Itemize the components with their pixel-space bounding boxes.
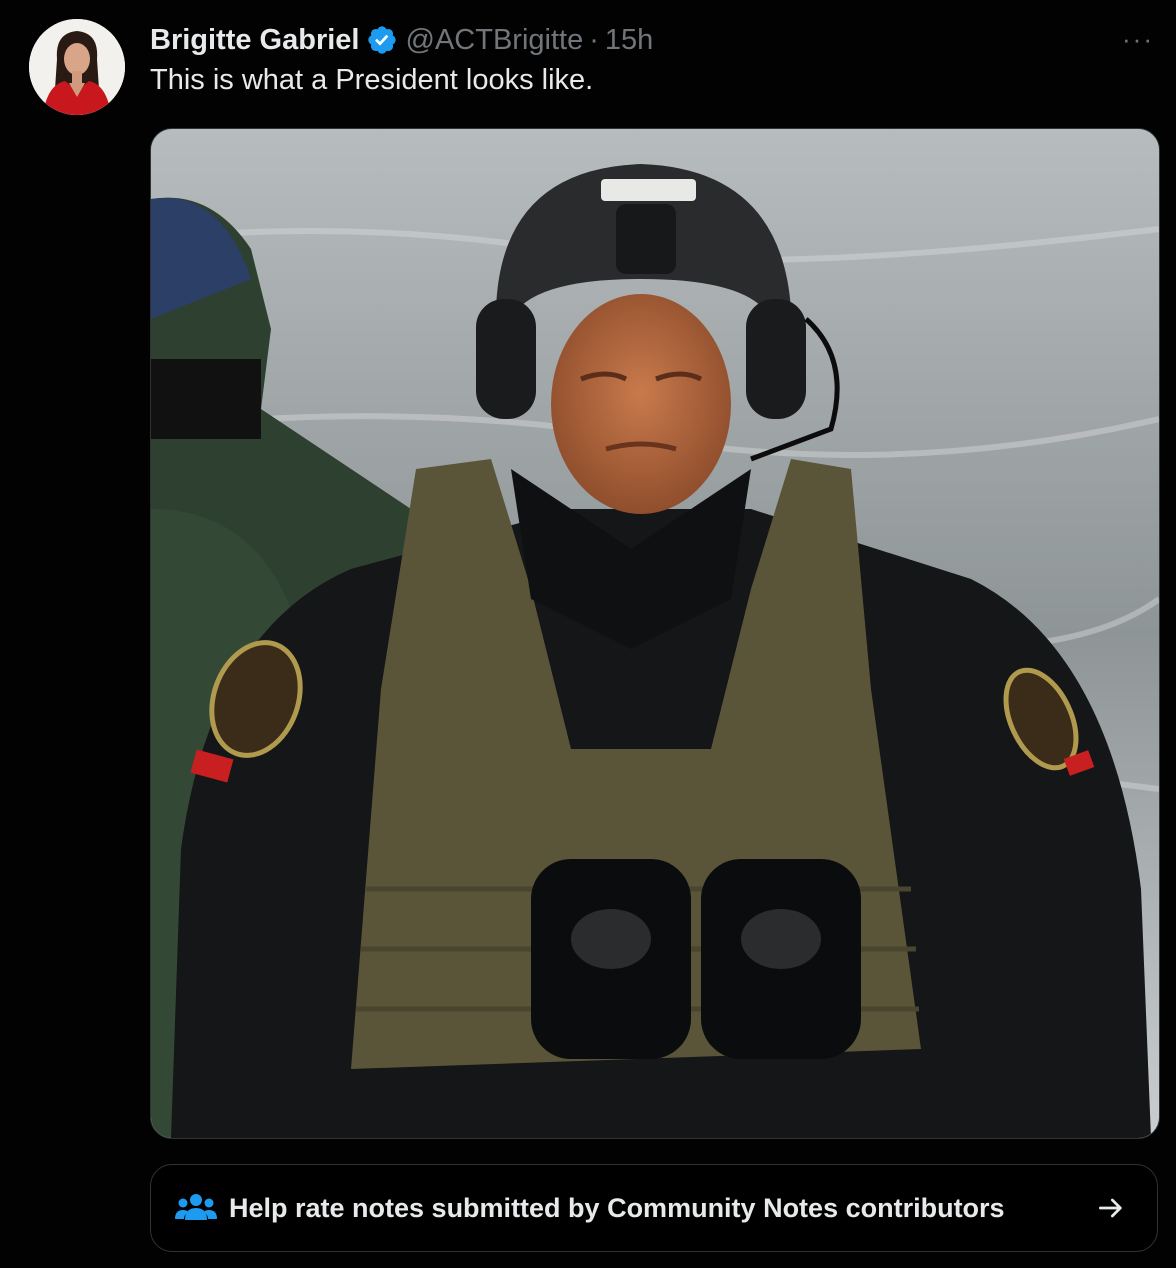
community-notes-label: Help rate notes submitted by Community N… (229, 1192, 1005, 1223)
tweet-header: Brigitte Gabriel @ACTBrigitte · 15h (150, 20, 653, 60)
tweet-media-image[interactable] (150, 128, 1160, 1139)
more-horizontal-icon: ··· (1122, 23, 1154, 54)
avatar[interactable] (29, 19, 125, 115)
tweet: Brigitte Gabriel @ACTBrigitte · 15h ··· … (0, 0, 1176, 1268)
tweet-timestamp[interactable]: 15h (605, 24, 653, 57)
more-options-button[interactable]: ··· (1118, 22, 1158, 56)
arrow-right-icon (1095, 1192, 1127, 1224)
author-display-name[interactable]: Brigitte Gabriel (150, 24, 360, 57)
avatar-image (29, 19, 125, 115)
people-icon (175, 1192, 217, 1224)
community-notes-banner[interactable]: Help rate notes submitted by Community N… (150, 1164, 1158, 1252)
photo-soldier-in-tactical-gear (151, 129, 1159, 1138)
tweet-text: This is what a President looks like. (150, 64, 594, 96)
verified-badge-icon (366, 24, 398, 56)
separator-dot: · (589, 23, 599, 56)
author-handle[interactable]: @ACTBrigitte (406, 24, 584, 57)
